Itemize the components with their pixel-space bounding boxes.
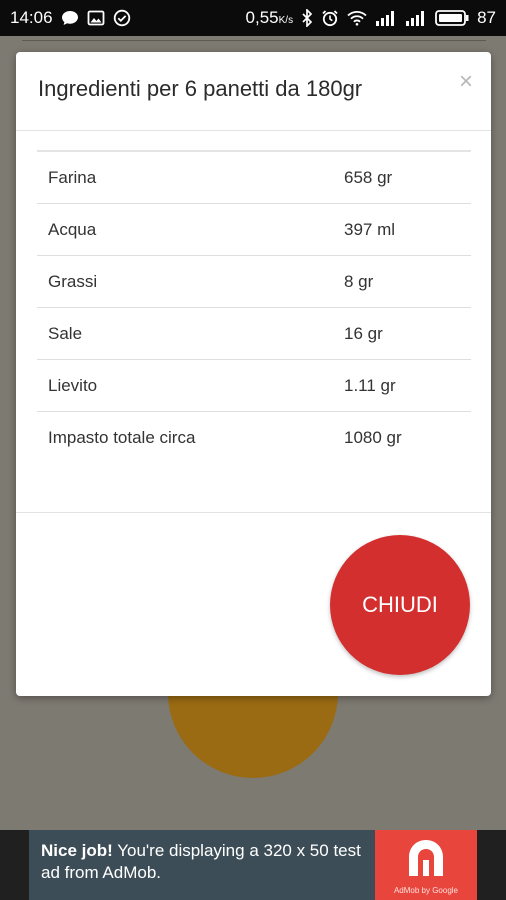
dialog-title: Ingredienti per 6 panetti da 180gr [38, 76, 363, 101]
ingredient-name: Grassi [37, 255, 344, 308]
table-row: Lievito 1.11 gr [37, 359, 471, 412]
image-icon [87, 9, 105, 27]
close-button[interactable]: CHIUDI [330, 535, 470, 675]
ad-content[interactable]: Nice job! You're displaying a 320 x 50 t… [29, 830, 477, 900]
ingredient-name: Lievito [37, 359, 344, 412]
signal-icon [405, 10, 427, 26]
table-row: Sale 16 gr [37, 307, 471, 360]
table-row: Impasto totale circa 1080 gr [37, 412, 471, 464]
ingredients-table: Farina 658 gr Acqua 397 ml Grassi 8 gr S… [37, 150, 471, 463]
alarm-icon [321, 9, 339, 27]
background-input-underline [22, 40, 486, 41]
close-icon[interactable]: × [459, 70, 473, 94]
battery-level: 87 [477, 8, 496, 27]
dialog-header: Ingredienti per 6 panetti da 180gr × [16, 52, 491, 131]
ad-text: Nice job! You're displaying a 320 x 50 t… [41, 840, 371, 884]
ingredient-name: Farina [37, 151, 344, 204]
admob-logo-icon [409, 840, 443, 876]
ingredient-name: Impasto totale circa [48, 427, 196, 447]
admob-caption: AdMob by Google [393, 886, 459, 895]
ingredient-value: 1080 gr [344, 427, 402, 447]
wifi-icon [347, 10, 367, 26]
table-row: Grassi 8 gr [37, 255, 471, 308]
ingredient-name: Sale [37, 307, 344, 360]
status-bar-left: 14:06 [10, 8, 131, 28]
table-row: Acqua 397 ml [37, 203, 471, 256]
data-rate: 0,55K/s [245, 8, 294, 27]
ingredient-value: 397 ml [344, 203, 471, 256]
ad-banner[interactable]: Nice job! You're displaying a 320 x 50 t… [0, 830, 506, 900]
ingredient-value: 16 gr [344, 307, 471, 360]
ingredient-value: 1.11 gr [344, 359, 471, 412]
ingredients-dialog: Ingredienti per 6 panetti da 180gr × Far… [16, 52, 491, 696]
check-circle-icon [113, 9, 131, 27]
table-row: Farina 658 gr [37, 151, 471, 204]
ingredient-value: 8 gr [344, 255, 471, 308]
chat-icon [61, 9, 79, 27]
ingredient-name: Acqua [37, 203, 344, 256]
bluetooth-icon [301, 9, 313, 27]
status-bar-right: 0,55K/s 87 [246, 8, 496, 28]
status-bar: 14:06 0,55K/s 87 [0, 0, 506, 36]
admob-logo[interactable]: AdMob by Google [375, 830, 477, 900]
signal-icon [375, 10, 397, 26]
battery-icon [435, 9, 469, 27]
ad-headline: Nice job! [41, 841, 113, 860]
dialog-divider [16, 512, 491, 513]
status-time: 14:06 [10, 8, 53, 27]
ingredient-value: 658 gr [344, 151, 471, 204]
